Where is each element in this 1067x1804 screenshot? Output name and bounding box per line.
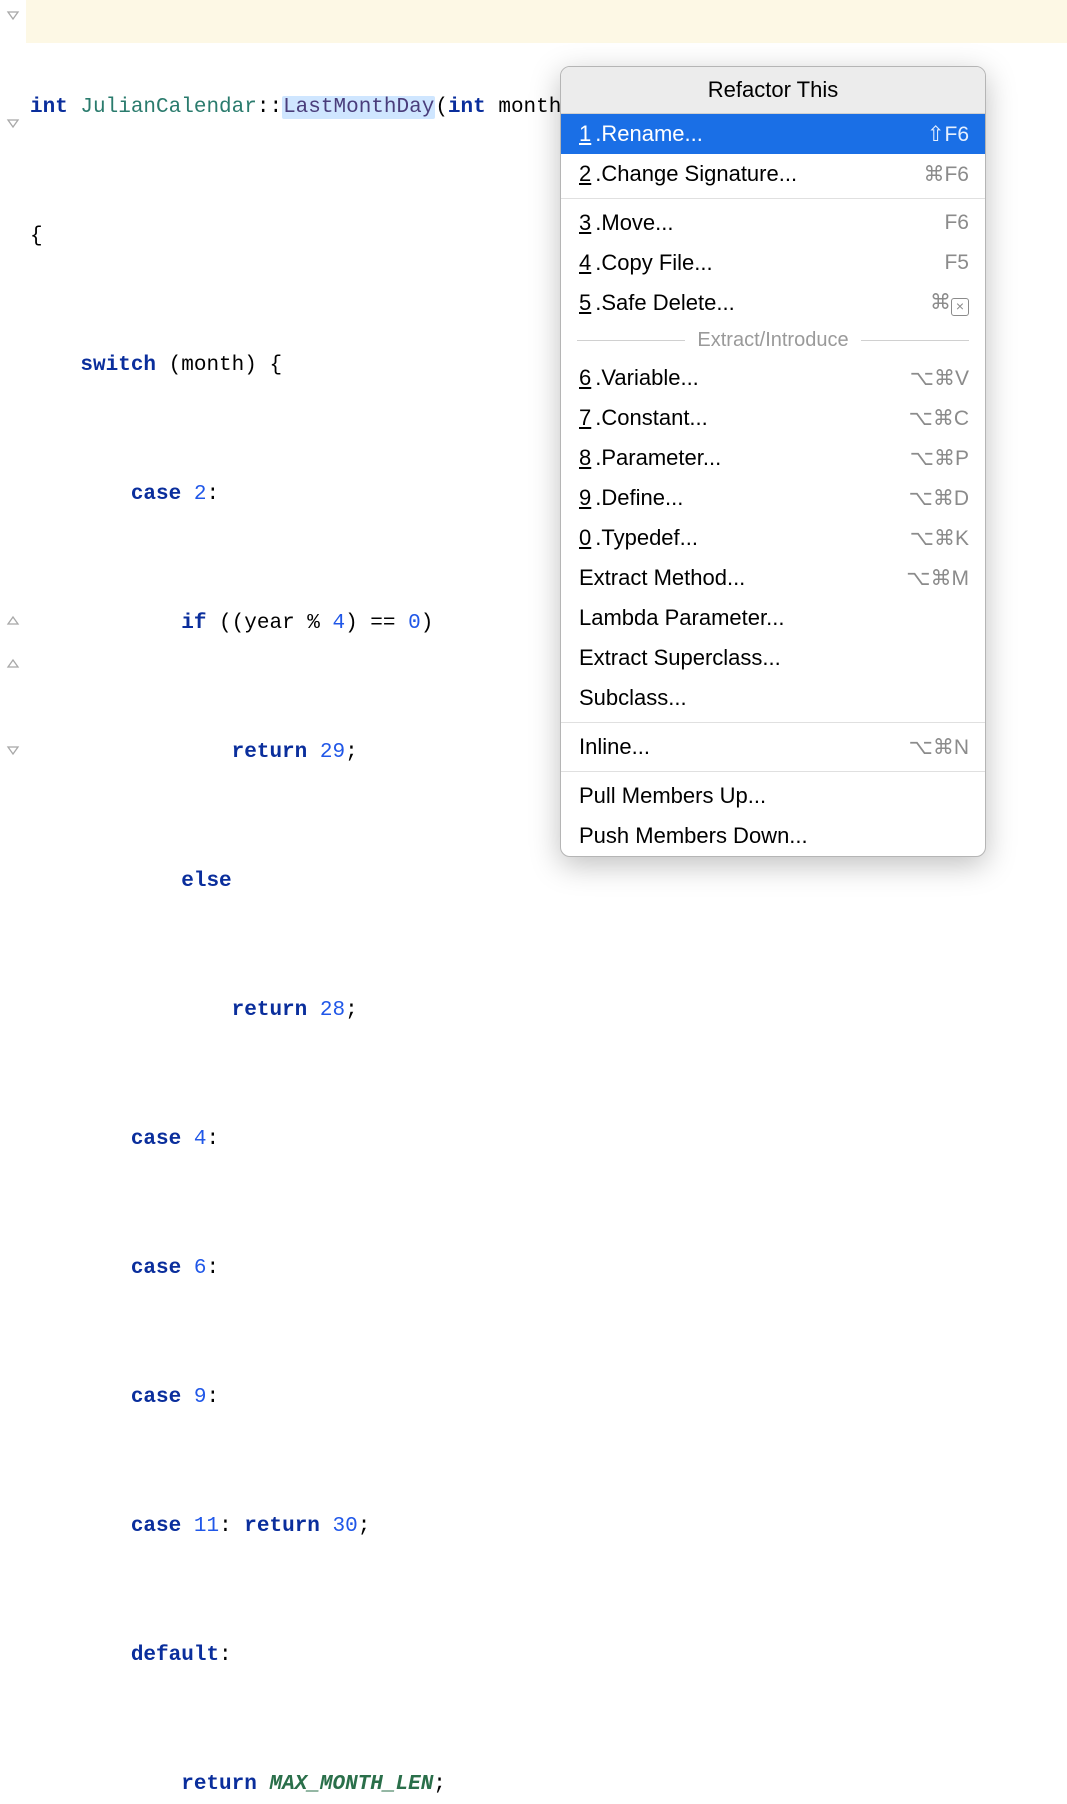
popup-item-subclass[interactable]: Subclass... <box>561 678 985 718</box>
popup-item-define[interactable]: 9. Define...⌥⌘D <box>561 478 985 518</box>
popup-item-move[interactable]: 3. Move...F6 <box>561 203 985 243</box>
code-line[interactable]: default: <box>30 1634 876 1677</box>
popup-item-constant[interactable]: 7. Constant...⌥⌘C <box>561 398 985 438</box>
popup-item-push-members-down[interactable]: Push Members Down... <box>561 816 985 856</box>
shortcut-label: ⌥⌘N <box>909 735 969 760</box>
shortcut-label: ⌥⌘D <box>909 486 969 511</box>
shortcut-label: ⌥⌘V <box>910 366 969 391</box>
shortcut-label: ⌘× <box>930 290 969 316</box>
popup-section-header: Extract/Introduce <box>561 323 985 358</box>
popup-item-copy-file[interactable]: 4. Copy File...F5 <box>561 243 985 283</box>
shortcut-label: ⇧F6 <box>927 122 969 147</box>
popup-item-pull-members-up[interactable]: Pull Members Up... <box>561 776 985 816</box>
code-line[interactable]: case 6: <box>30 1247 876 1290</box>
popup-title: Refactor This <box>561 67 985 114</box>
selected-identifier: LastMonthDay <box>282 96 435 119</box>
popup-item-inline[interactable]: Inline...⌥⌘N <box>561 727 985 767</box>
fold-end-icon[interactable] <box>6 614 20 628</box>
shortcut-label: ⌥⌘P <box>910 446 969 471</box>
popup-item-parameter[interactable]: 8. Parameter...⌥⌘P <box>561 438 985 478</box>
popup-separator <box>561 198 985 199</box>
popup-item-extract-superclass[interactable]: Extract Superclass... <box>561 638 985 678</box>
popup-item-lambda-parameter[interactable]: Lambda Parameter... <box>561 598 985 638</box>
code-line[interactable]: return 28; <box>30 989 876 1032</box>
fold-marker-icon[interactable] <box>6 116 20 130</box>
code-line[interactable]: else <box>30 860 876 903</box>
popup-item-typedef[interactable]: 0. Typedef...⌥⌘K <box>561 518 985 558</box>
popup-item-variable[interactable]: 6. Variable...⌥⌘V <box>561 358 985 398</box>
popup-item-change-signature[interactable]: 2. Change Signature...⌘F6 <box>561 154 985 194</box>
shortcut-label: ⌥⌘K <box>910 526 969 551</box>
popup-separator <box>561 722 985 723</box>
code-line[interactable]: return MAX_MONTH_LEN; <box>30 1763 876 1804</box>
shortcut-label: ⌥⌘C <box>909 406 969 431</box>
popup-separator <box>561 771 985 772</box>
popup-item-extract-method[interactable]: Extract Method...⌥⌘M <box>561 558 985 598</box>
code-line[interactable]: case 9: <box>30 1376 876 1419</box>
refactor-popup: Refactor This 1. Rename...⇧F62. Change S… <box>560 66 986 857</box>
shortcut-label: ⌥⌘M <box>906 566 969 591</box>
gutter <box>0 0 26 902</box>
shortcut-label: ⌘F6 <box>923 162 969 187</box>
code-line[interactable]: case 11: return 30; <box>30 1505 876 1548</box>
shortcut-label: F5 <box>944 251 969 275</box>
fold-end-icon[interactable] <box>6 657 20 671</box>
popup-item-rename[interactable]: 1. Rename...⇧F6 <box>561 114 985 154</box>
code-line[interactable]: case 4: <box>30 1118 876 1161</box>
shortcut-label: F6 <box>944 211 969 235</box>
fold-marker-icon[interactable] <box>6 8 20 22</box>
fold-marker-icon[interactable] <box>6 743 20 757</box>
popup-item-safe-delete[interactable]: 5. Safe Delete...⌘× <box>561 283 985 323</box>
